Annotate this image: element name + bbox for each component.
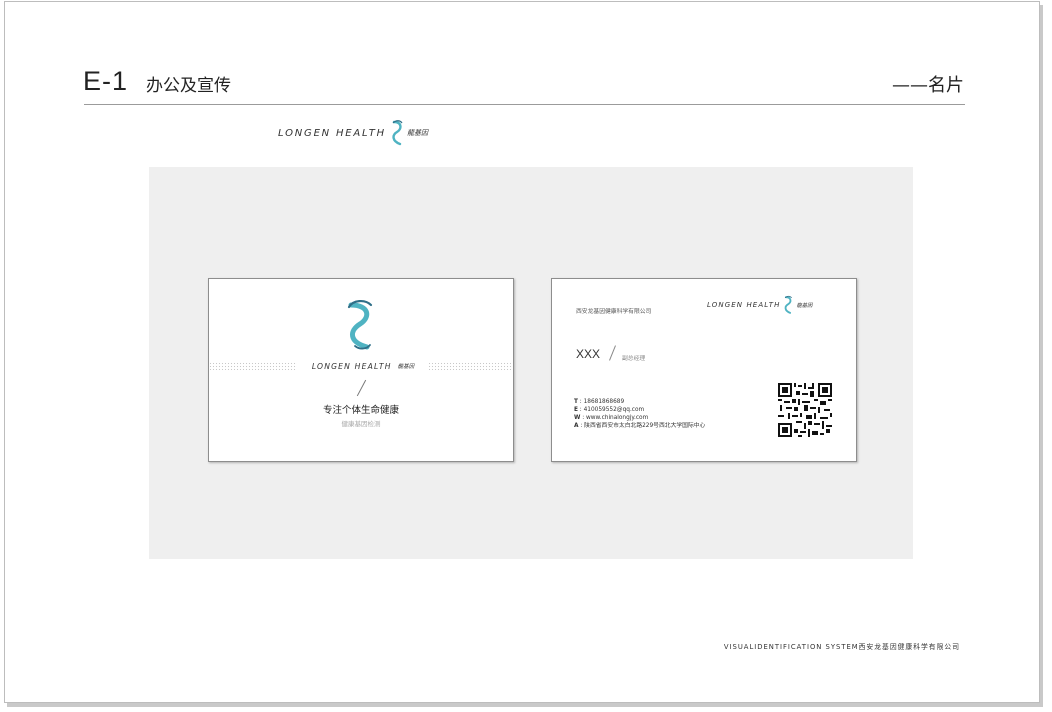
footer-text: VISUALIDENTIFICATION SYSTEM西安龙基因健康科学有限公司 (723, 643, 960, 651)
front-logo-text: LONGEN HEALTH (311, 361, 392, 371)
contact-website: W : www.chinalongjy.com (574, 415, 649, 421)
contact-email: E : 410059552@qq.com (574, 407, 645, 413)
person-role: 副总经理 (622, 356, 646, 362)
front-logo: LONGEN HEALTH 龍基因 (297, 359, 429, 373)
header-rule (84, 104, 965, 105)
back-company-name: 西安龙基因健康科学有限公司 (576, 309, 652, 315)
qr-code-icon (778, 383, 832, 437)
back-logo: LONGEN HEALTH 龍基因 (707, 295, 812, 315)
brand-logo-cn: 龍基因 (406, 129, 428, 137)
section-title: 办公及宣传 (146, 76, 231, 96)
brand-logo: LONGEN HEALTH 龍基因 (278, 118, 428, 148)
business-card-back: 西安龙基因健康科学有限公司 LONGEN HEALTH 龍基因 XXX 副总经理… (551, 278, 857, 462)
helix-logo-icon (392, 120, 403, 146)
back-logo-text: LONGEN HEALTH (707, 301, 781, 309)
contact-address: A : 陕西省西安市太白北路229号西北大学国际中心 (574, 423, 706, 429)
slash-divider (609, 345, 616, 361)
business-card-front: LONGEN HEALTH 龍基因 专注个体生命健康 健康基因检测 (208, 278, 514, 462)
person-name: XXX (576, 347, 601, 361)
slash-divider (356, 379, 367, 397)
contact-phone: T : 18681868689 (574, 399, 625, 405)
front-slogan: 专注个体生命健康 (322, 405, 399, 416)
front-logo-cn: 龍基因 (397, 364, 415, 370)
front-subtitle: 健康基因检测 (341, 420, 381, 428)
helix-logo-icon (785, 295, 793, 314)
brand-logo-text: LONGEN HEALTH (278, 127, 386, 139)
section-subtitle: ——名片 (892, 75, 964, 96)
contact-list: T : 18681868689 E : 410059552@qq.com W :… (574, 398, 705, 430)
section-code: E-1 (83, 66, 129, 96)
back-logo-cn: 龍基因 (796, 303, 813, 309)
helix-emblem-icon (347, 300, 373, 350)
